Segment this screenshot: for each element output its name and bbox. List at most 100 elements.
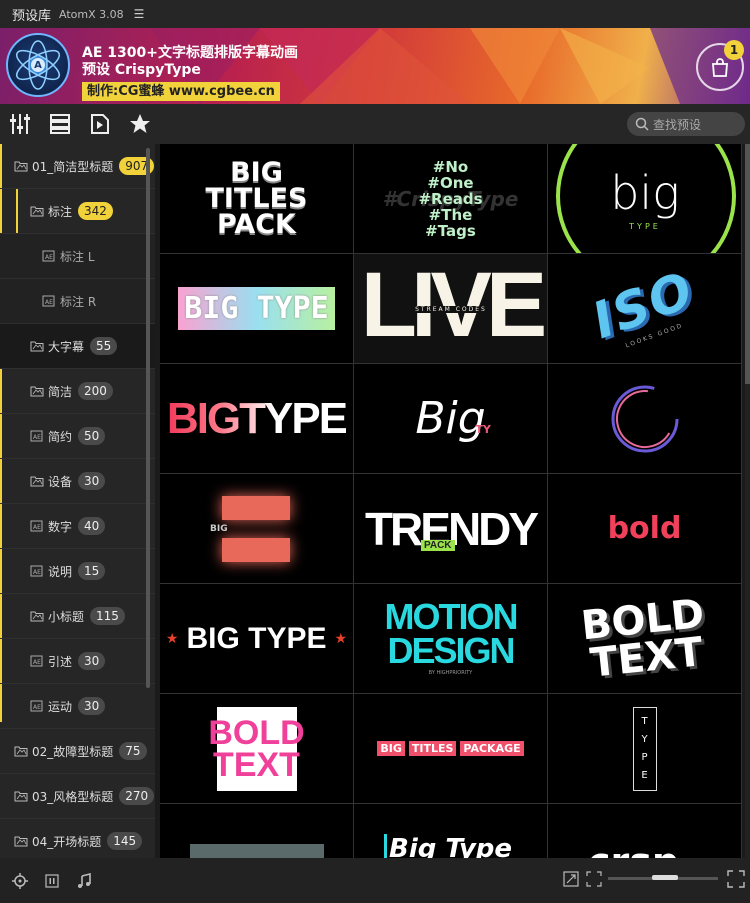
- preset-thumbnail[interactable]: ISO LOOKS GOOD: [548, 254, 742, 364]
- sidebar-item[interactable]: AE 说明 15: [0, 549, 155, 594]
- sidebar-item[interactable]: 大字幕 55: [0, 324, 155, 369]
- count-badge: 30: [78, 472, 106, 490]
- svg-text:AE: AE: [33, 524, 41, 531]
- category-sidebar[interactable]: 01_简洁型标题 907 标注 342 AE 标注 L AE 标注 R 大字幕 55 简洁 200 AE…: [0, 144, 155, 858]
- grid-scrollbar[interactable]: [745, 144, 750, 858]
- banner-credit: 制作:CG蜜蜂 www.cgbee.cn: [82, 82, 280, 101]
- sidebar-scrollbar[interactable]: [146, 148, 150, 688]
- title-bar: 预设库 AtomX 3.08 ☰: [0, 0, 750, 28]
- app-window: 预设库 AtomX 3.08 ☰ A AE 1300+文字标题排版字幕动画 预设…: [0, 0, 750, 903]
- preset-thumbnail[interactable]: BOLD TEXT: [160, 694, 354, 804]
- count-badge: 115: [90, 607, 125, 625]
- preset-thumbnail[interactable]: Big Type: [354, 804, 548, 858]
- count-badge: 50: [78, 427, 106, 445]
- preset-thumbnail[interactable]: [548, 364, 742, 474]
- sidebar-item[interactable]: 简洁 200: [0, 369, 155, 414]
- sidebar-item[interactable]: AE 引述 30: [0, 639, 155, 684]
- sidebar-item-label: 04_开场标题: [32, 834, 102, 849]
- ae-file-icon: AE: [42, 295, 55, 307]
- sidebar-item[interactable]: 01_简洁型标题 907: [0, 144, 155, 189]
- sidebar-item[interactable]: AE 数字 40: [0, 504, 155, 549]
- count-badge: 342: [78, 202, 113, 220]
- bag-icon: [712, 58, 728, 77]
- folder-icon: [14, 161, 28, 172]
- preset-thumbnail[interactable]: bold: [548, 474, 742, 584]
- sidebar-item[interactable]: 小标题 115: [0, 594, 155, 639]
- window-title: 预设库: [12, 8, 52, 24]
- folder-icon: [30, 206, 44, 217]
- ae-file-icon: AE: [42, 250, 55, 262]
- grid-scrollbar-thumb[interactable]: [745, 144, 750, 384]
- search-icon: [635, 117, 649, 131]
- preset-thumbnail[interactable]: BIG: [160, 474, 354, 584]
- preset-thumbnail[interactable]: BIG TITLES PACKAGE: [354, 694, 548, 804]
- music-note-icon[interactable]: [72, 869, 96, 893]
- sidebar-item[interactable]: AE 简约 50: [0, 414, 155, 459]
- folder-icon: [30, 386, 44, 397]
- zoom-large-icon[interactable]: [727, 870, 745, 892]
- sidebar-item-label: 运动: [48, 699, 73, 714]
- svg-text:AE: AE: [33, 704, 41, 711]
- pause-icon[interactable]: [40, 869, 64, 893]
- target-icon[interactable]: [8, 869, 32, 893]
- preset-thumbnail[interactable]: BOLD TEXT: [548, 584, 742, 694]
- preset-thumbnail[interactable]: crsp: [548, 804, 742, 858]
- preset-thumbnail[interactable]: BIGTYPE: [160, 364, 354, 474]
- sidebar-item-label: 说明: [48, 564, 73, 579]
- sidebar-item[interactable]: 03_风格型标题 270: [0, 774, 155, 819]
- bottom-bar: [0, 858, 750, 903]
- preset-thumbnail[interactable]: BIG TYPE: [160, 254, 354, 364]
- count-badge: 75: [119, 742, 147, 760]
- ae-file-icon: AE: [30, 520, 43, 532]
- preset-thumbnail[interactable]: BIG TITLES PACK: [160, 144, 354, 254]
- sidebar-item-label: 标注 R: [60, 294, 97, 309]
- sidebar-item-label: 标注: [48, 204, 73, 219]
- sidebar-item[interactable]: AE 标注 R: [0, 279, 155, 324]
- count-badge: 30: [78, 652, 106, 670]
- sidebar-item-label: 设备: [48, 474, 73, 489]
- preset-thumbnail[interactable]: LIVE STREAM CODES: [354, 254, 548, 364]
- count-badge: 30: [78, 697, 106, 715]
- svg-text:AE: AE: [33, 434, 41, 441]
- media-preview-icon[interactable]: [80, 104, 120, 144]
- ae-file-icon: AE: [30, 655, 43, 667]
- preset-thumbnail[interactable]: MOTION DESIGN BY HIGHPRIORITY: [354, 584, 548, 694]
- zoom-slider[interactable]: [608, 875, 718, 880]
- version-label: AtomX 3.08: [59, 7, 124, 21]
- search-input[interactable]: 查找预设: [627, 112, 745, 136]
- zoom-fit-icon[interactable]: [563, 871, 579, 891]
- sidebar-item[interactable]: 标注 342: [0, 189, 155, 234]
- sidebar-item[interactable]: 04_开场标题 145: [0, 819, 155, 858]
- list-view-icon[interactable]: [40, 104, 80, 144]
- folder-icon: [30, 611, 44, 622]
- sidebar-item-label: 标注 L: [60, 249, 95, 264]
- menu-icon[interactable]: ☰: [134, 7, 145, 21]
- sidebar-item-label: 大字幕: [48, 339, 85, 354]
- favorites-star-icon[interactable]: [120, 104, 160, 144]
- promo-banner[interactable]: A AE 1300+文字标题排版字幕动画 预设 CrispyType 制作:CG…: [0, 28, 750, 104]
- preset-thumbnail[interactable]: #CrispyType #No #One #Reads #The #Tags: [354, 144, 548, 254]
- count-badge: 270: [119, 787, 155, 805]
- sidebar-item[interactable]: 设备 30: [0, 459, 155, 504]
- ae-file-icon: AE: [30, 700, 43, 712]
- preset-thumbnail[interactable]: Big TY: [354, 364, 548, 474]
- ae-file-icon: AE: [30, 430, 43, 442]
- svg-text:AE: AE: [45, 299, 53, 306]
- sliders-icon[interactable]: [0, 104, 40, 144]
- sidebar-item[interactable]: AE 标注 L: [0, 234, 155, 279]
- sidebar-item[interactable]: AE 运动 30: [0, 684, 155, 729]
- preset-thumbnail[interactable]: ★ BIG TYPE ★: [160, 584, 354, 694]
- ae-file-icon: AE: [30, 565, 43, 577]
- preset-thumbnail[interactable]: big TYPE: [548, 144, 742, 254]
- sidebar-item[interactable]: 02_故障型标题 75: [0, 729, 155, 774]
- preset-thumbnail[interactable]: [160, 804, 354, 858]
- count-badge: 40: [78, 517, 106, 535]
- preset-thumbnail[interactable]: TYPE: [548, 694, 742, 804]
- zoom-slider-knob[interactable]: [652, 875, 678, 880]
- folder-icon: [14, 746, 28, 757]
- atomx-logo: A: [6, 33, 70, 97]
- sidebar-item-label: 01_简洁型标题: [32, 159, 114, 174]
- preset-thumbnail[interactable]: TRENDY PACK: [354, 474, 548, 584]
- sidebar-item-label: 简约: [48, 429, 73, 444]
- zoom-small-icon[interactable]: [586, 871, 602, 891]
